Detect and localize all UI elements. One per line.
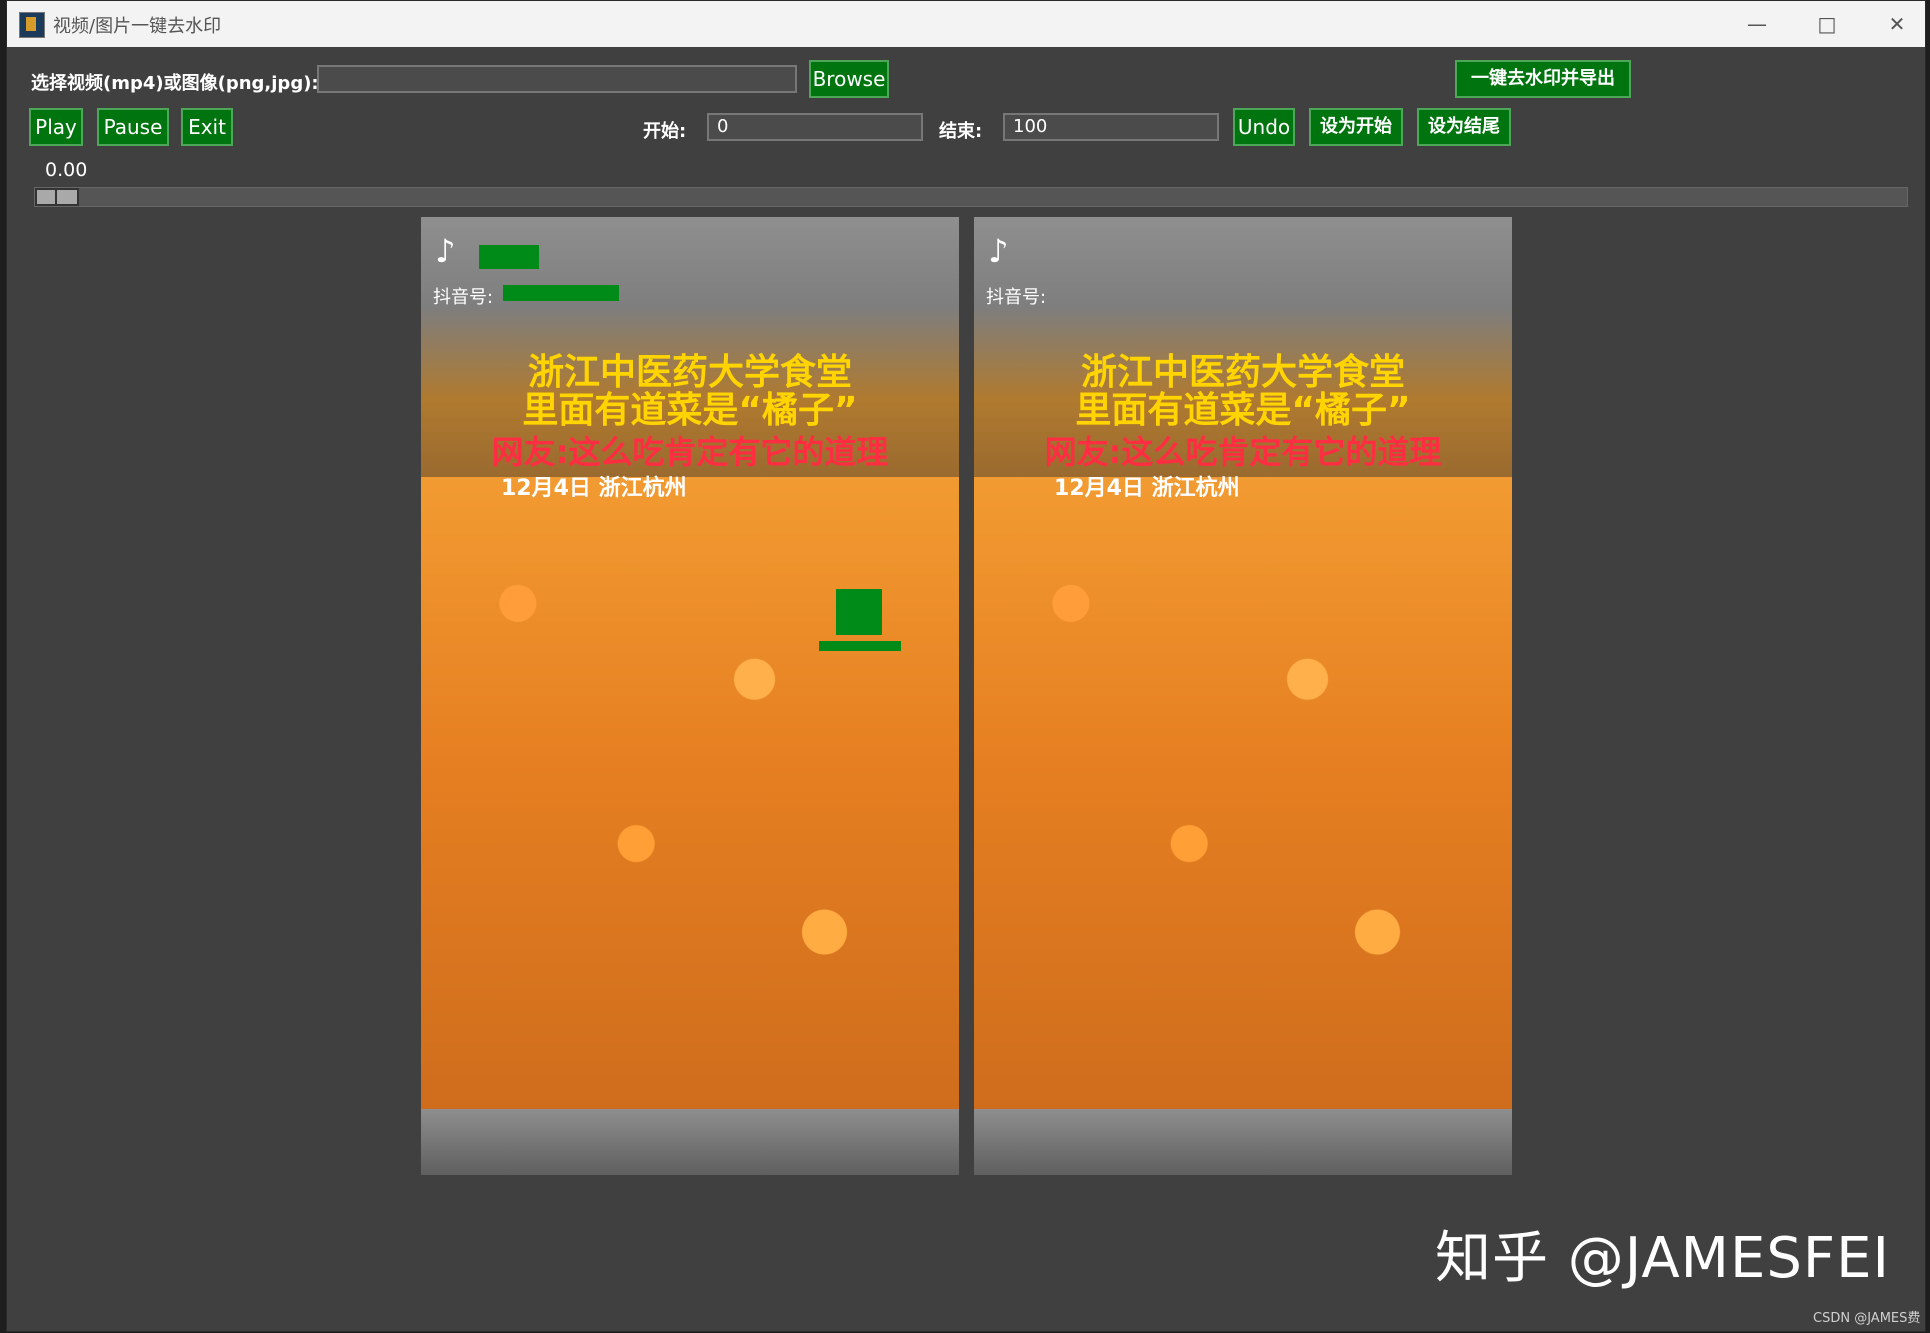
browse-button[interactable]: Browse bbox=[809, 60, 889, 98]
pause-button[interactable]: Pause bbox=[97, 108, 169, 146]
window-title: 视频/图片一键去水印 bbox=[53, 16, 222, 37]
watermark-cover-center bbox=[836, 589, 882, 635]
start-label: 开始: bbox=[643, 121, 687, 142]
tray-bottom bbox=[974, 1109, 1512, 1175]
account-label: 抖音号: bbox=[433, 287, 494, 308]
caption-line-2: 里面有道菜是“橘子” bbox=[522, 390, 858, 431]
minimize-icon[interactable]: — bbox=[1729, 7, 1785, 41]
maximize-icon[interactable]: □ bbox=[1799, 7, 1855, 41]
caption-line-2: 里面有道菜是“橘子” bbox=[1075, 390, 1411, 431]
play-button[interactable]: Play bbox=[29, 108, 83, 146]
date-caption: 12月4日 浙江杭州 bbox=[501, 476, 687, 501]
exit-button[interactable]: Exit bbox=[181, 108, 233, 146]
watermark-cover-base bbox=[819, 641, 901, 651]
tiktok-icon: ♪ bbox=[435, 232, 456, 270]
watermark-cover-top bbox=[479, 245, 539, 269]
file-path-input[interactable] bbox=[317, 65, 797, 93]
caption-line-3: 网友:这么吃肯定有它的道理 bbox=[1044, 433, 1442, 471]
close-icon[interactable]: ✕ bbox=[1869, 7, 1925, 41]
end-label: 结束: bbox=[939, 121, 983, 142]
app-window: 视频/图片一键去水印 — □ ✕ 选择视频(mp4)或图像(png,jpg): … bbox=[6, 0, 1926, 1332]
start-input[interactable]: 0 bbox=[707, 113, 923, 141]
watermark-cover-account bbox=[503, 285, 619, 301]
caption-line-3: 网友:这么吃肯定有它的道理 bbox=[491, 433, 889, 471]
app-icon bbox=[19, 12, 45, 38]
csdn-footer: CSDN @JAMES费 bbox=[1813, 1311, 1921, 1326]
select-file-label: 选择视频(mp4)或图像(png,jpg): bbox=[31, 73, 319, 94]
orange-food-image bbox=[421, 477, 959, 1109]
zhihu-watermark: 知乎 @JAMESFEI bbox=[1435, 1226, 1890, 1291]
original-preview: ♪ 抖音号: 浙江中医药大学食堂 里面有道菜是“橘子” 网友:这么吃肯定有它的道… bbox=[421, 217, 959, 1175]
account-label: 抖音号: bbox=[986, 287, 1047, 308]
date-caption: 12月4日 浙江杭州 bbox=[1054, 476, 1240, 501]
processed-preview: ♪ 抖音号: 浙江中医药大学食堂 里面有道菜是“橘子” 网友:这么吃肯定有它的道… bbox=[974, 217, 1512, 1175]
slider-handle[interactable] bbox=[35, 188, 79, 206]
tiktok-icon: ♪ bbox=[988, 232, 1009, 270]
tray-bottom bbox=[421, 1109, 959, 1175]
title-bar: 视频/图片一键去水印 — □ ✕ bbox=[7, 1, 1925, 47]
set-start-button[interactable]: 设为开始 bbox=[1309, 108, 1403, 146]
slider-value: 0.00 bbox=[45, 159, 88, 181]
undo-button[interactable]: Undo bbox=[1233, 108, 1295, 146]
timeline-slider[interactable] bbox=[34, 187, 1908, 207]
end-input[interactable]: 100 bbox=[1003, 113, 1219, 141]
set-end-button[interactable]: 设为结尾 bbox=[1417, 108, 1511, 146]
orange-food-image bbox=[974, 477, 1512, 1109]
export-button[interactable]: 一键去水印并导出 bbox=[1455, 60, 1631, 98]
